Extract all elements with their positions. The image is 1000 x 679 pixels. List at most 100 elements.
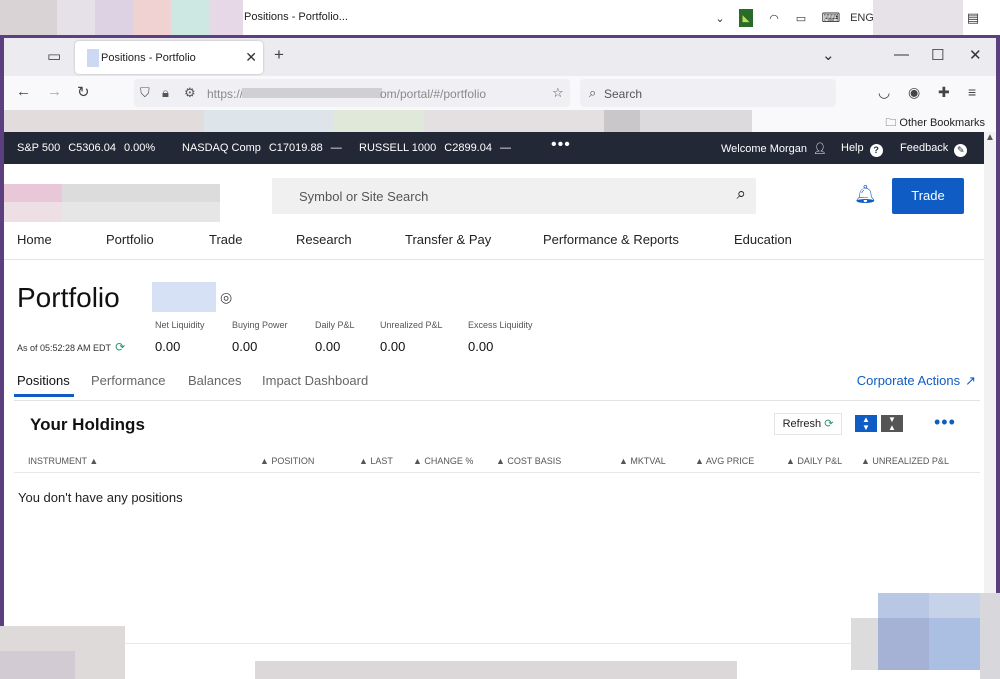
collapse-icon: ▼ ▲ [888, 415, 896, 432]
column-header-daily-pnl[interactable]: ▲ DAILY P&L [786, 456, 842, 466]
trade-button[interactable]: Trade [892, 178, 964, 214]
maximize-icon[interactable]: ☐ [931, 46, 944, 64]
tab-strip: ▭ Positions - Portfolio ✕ + ⌄ — ☐ ✕ [4, 38, 996, 76]
divider [14, 400, 980, 401]
browser-window: ▭ Positions - Portfolio ✕ + ⌄ — ☐ ✕ ← → … [4, 38, 996, 679]
empty-positions-message: You don't have any positions [18, 490, 183, 505]
close-window-icon[interactable]: ✕ [969, 46, 982, 64]
column-header-last[interactable]: ▲ LAST [359, 456, 393, 466]
tab-list-icon[interactable]: ▭ [47, 47, 61, 65]
redacted-area [929, 618, 980, 670]
nav-trade[interactable]: Trade [209, 232, 242, 247]
browser-tab-active[interactable]: Positions - Portfolio ✕ [75, 41, 263, 74]
minimize-icon[interactable]: — [894, 46, 909, 63]
browser-search-input[interactable]: ⌕ Search [580, 79, 836, 107]
market-ticker-bar: S&P 500 C5306.04 0.00% NASDAQ Comp C17019.8… [4, 132, 984, 164]
permissions-icon[interactable]: ⚙ [184, 85, 196, 101]
chevron-up-icon[interactable]: ⌄ [713, 9, 727, 27]
favicon-icon [87, 49, 99, 67]
lock-icon[interactable]: 🔒︎ [162, 85, 169, 101]
url-prefix: https:// [207, 87, 244, 101]
redacted-area [171, 0, 209, 35]
scroll-up-icon[interactable]: ▲ [985, 132, 995, 143]
keyboard-icon[interactable]: ⌨ [819, 9, 843, 27]
redacted-account-selector[interactable] [152, 282, 216, 312]
column-header-position[interactable]: ▲ POSITION [260, 456, 314, 466]
expand-all-button[interactable]: ▲ ▼ [855, 415, 877, 432]
new-tab-icon[interactable]: + [274, 45, 284, 65]
tab-impact-dashboard[interactable]: Impact Dashboard [262, 373, 368, 388]
ticker-value: C17019.88 [268, 142, 323, 154]
ticker-name: NASDAQ Comp [182, 142, 261, 154]
ticker-sp500[interactable]: S&P 500 C5306.04 0.00% [17, 142, 155, 154]
ticker-name: RUSSELL 1000 [359, 142, 437, 154]
other-bookmarks-label: Other Bookmarks [899, 117, 985, 129]
eye-slash-icon[interactable]: ◎ [220, 289, 232, 306]
back-arrow-icon[interactable]: ← [16, 83, 31, 100]
shield-icon[interactable]: ⛉ [140, 85, 150, 101]
tab-balances[interactable]: Balances [188, 373, 241, 388]
feedback-label: Feedback [900, 142, 949, 154]
metric-value: 0.00 [315, 339, 341, 354]
redacted-area [604, 110, 640, 132]
ticker-more-icon[interactable]: ••• [551, 136, 571, 154]
active-tab-indicator [14, 394, 74, 397]
help-link[interactable]: Help? [841, 142, 883, 157]
star-icon[interactable]: ☆ [552, 85, 564, 101]
nav-research[interactable]: Research [296, 232, 352, 247]
ticker-change: — [499, 142, 511, 154]
holdings-title: Your Holdings [30, 415, 145, 434]
search-icon[interactable]: ⌕ [736, 184, 746, 204]
pocket-icon[interactable]: ◡ [878, 84, 890, 101]
feedback-link[interactable]: Feedback ✎ [900, 142, 968, 157]
notification-icon[interactable]: ▤ [964, 9, 982, 27]
corporate-actions-link[interactable]: Corporate Actions ↗ [857, 373, 976, 389]
chevron-down-icon[interactable]: ⌄ [822, 46, 835, 64]
language-indicator[interactable]: ENG [850, 9, 874, 27]
column-header-cost-basis[interactable]: ▲ COST BASIS [496, 456, 561, 466]
column-header-avg-price[interactable]: ▲ AVG PRICE [695, 456, 754, 466]
other-bookmarks[interactable]: 🗀︎ Other Bookmarks [885, 114, 985, 133]
wifi-icon[interactable]: ◠ [767, 9, 781, 27]
account-icon[interactable]: ◉ [908, 84, 920, 101]
feedback-icon: ✎ [954, 144, 968, 157]
refresh-button[interactable]: Refresh ⟳ [774, 413, 842, 435]
os-window-title[interactable]: Positions - Portfolio... [244, 11, 348, 23]
welcome-menu[interactable]: Welcome Morgan 👤︎ [721, 142, 827, 155]
column-label: POSITION [271, 456, 315, 466]
column-header-mktval[interactable]: ▲ MKTVAL [619, 456, 666, 466]
menu-icon[interactable]: ≡ [968, 84, 976, 100]
redacted-area [424, 110, 604, 132]
redacted-logo [62, 202, 220, 222]
metric-daily-pnl: Daily P&L 0.00 [315, 320, 355, 354]
ticker-russell[interactable]: RUSSELL 1000 C2899.04 — [359, 142, 511, 154]
more-options-icon[interactable]: ••• [934, 412, 956, 433]
nav-performance-reports[interactable]: Performance & Reports [543, 232, 679, 247]
nav-transfer-pay[interactable]: Transfer & Pay [405, 232, 491, 247]
metric-value: 0.00 [380, 339, 406, 354]
column-header-unrealized-pnl[interactable]: ▲ UNREALIZED P&L [861, 456, 949, 466]
extensions-icon[interactable]: ✚ [938, 84, 950, 101]
bell-icon[interactable]: 🔔︎ [854, 184, 877, 205]
column-header-instrument[interactable]: INSTRUMENT ▲ [28, 456, 98, 466]
os-taskbar: Positions - Portfolio... ⌄ ◣ ◠ ▭ ⌨ ENG ▤ [0, 0, 1000, 35]
close-tab-icon[interactable]: ✕ [245, 49, 257, 66]
column-header-change[interactable]: ▲ CHANGE % [413, 456, 473, 466]
tab-performance[interactable]: Performance [91, 373, 165, 388]
reload-icon[interactable]: ↻ [77, 83, 90, 101]
battery-icon[interactable]: ▭ [793, 9, 809, 27]
column-label: AVG PRICE [705, 456, 755, 466]
nav-home[interactable]: Home [17, 232, 52, 247]
forward-arrow-icon[interactable]: → [47, 83, 62, 100]
site-search-input[interactable]: Symbol or Site Search ⌕ [272, 178, 756, 214]
address-bar[interactable]: ⛉ 🔒︎ ⚙ https:// om/portal/#/portfolio ☆ [134, 79, 570, 107]
ticker-nasdaq[interactable]: NASDAQ Comp C17019.88 — [182, 142, 342, 154]
tab-positions[interactable]: Positions [17, 373, 70, 388]
nav-portfolio[interactable]: Portfolio [106, 232, 154, 247]
divider [14, 643, 980, 644]
nvidia-icon[interactable]: ◣ [739, 9, 753, 27]
refresh-icon[interactable]: ⟳ [115, 340, 125, 354]
collapse-all-button[interactable]: ▼ ▲ [881, 415, 903, 432]
nav-education[interactable]: Education [734, 232, 792, 247]
redacted-area [133, 0, 171, 35]
